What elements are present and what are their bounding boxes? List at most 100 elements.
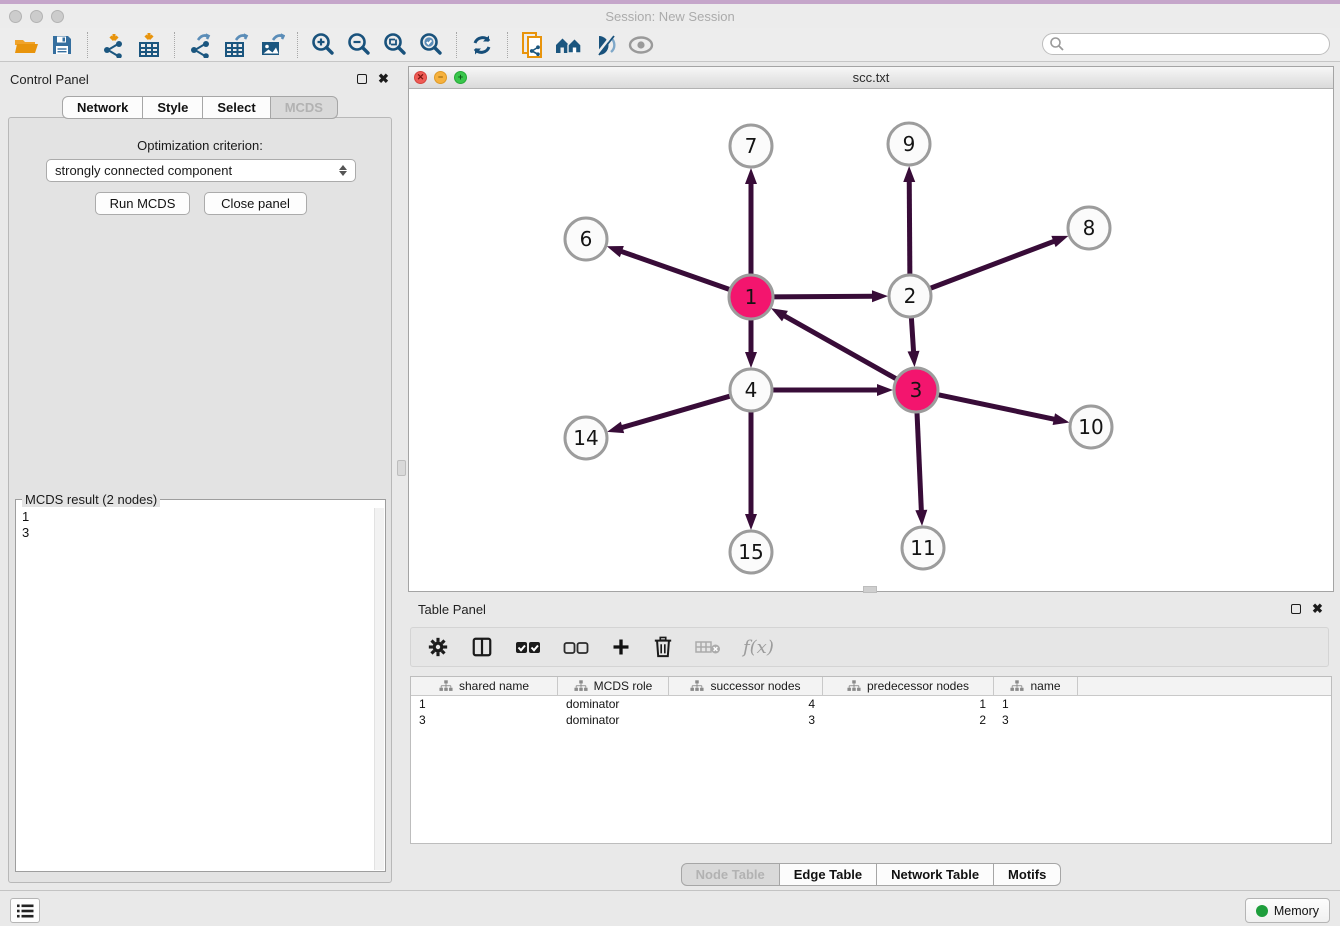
cell-MCDS-role[interactable]: dominator xyxy=(558,712,669,728)
graph-arrowhead-4-3 xyxy=(877,384,893,396)
tab-select[interactable]: Select xyxy=(203,96,270,119)
zoom-selected-icon xyxy=(418,32,444,58)
graph-node-2[interactable]: 2 xyxy=(889,275,931,317)
zoom-selected-button[interactable] xyxy=(413,30,449,60)
float-panel-button[interactable] xyxy=(355,73,368,86)
cell-shared-name[interactable]: 1 xyxy=(411,696,558,712)
column-header-shared-name[interactable]: shared name xyxy=(411,677,558,695)
save-session-button[interactable] xyxy=(44,30,80,60)
cell-predecessor-nodes[interactable]: 1 xyxy=(823,696,994,712)
cell-name[interactable]: 1 xyxy=(994,696,1078,712)
open-session-button[interactable] xyxy=(8,30,44,60)
mcds-result-text[interactable]: 1 3 xyxy=(22,509,29,541)
memory-label: Memory xyxy=(1274,904,1319,918)
tab-style[interactable]: Style xyxy=(143,96,203,119)
float-icon xyxy=(1291,604,1301,614)
network-window-titlebar[interactable]: ✕ − + scc.txt xyxy=(409,67,1333,89)
table-settings-button[interactable] xyxy=(427,633,449,661)
export-image-button[interactable] xyxy=(254,30,290,60)
column-sort-icon xyxy=(574,680,588,692)
graph-edge-1-2[interactable] xyxy=(771,296,874,297)
column-sort-icon xyxy=(1010,680,1024,692)
tab-edge-table[interactable]: Edge Table xyxy=(780,863,877,886)
graph-node-10[interactable]: 10 xyxy=(1070,406,1112,448)
toolbar-separator xyxy=(174,32,175,58)
optimization-criterion-label: Optimization criterion: xyxy=(9,138,391,153)
float-table-panel-button[interactable] xyxy=(1289,603,1302,616)
tab-node-table[interactable]: Node Table xyxy=(681,863,780,886)
delete-column-button[interactable] xyxy=(653,633,673,661)
select-all-columns-button[interactable] xyxy=(515,633,541,661)
node-label: 2 xyxy=(904,284,917,308)
cell-successor-nodes[interactable]: 3 xyxy=(669,712,823,728)
import-table-button[interactable] xyxy=(131,30,167,60)
column-header-name[interactable]: name xyxy=(994,677,1078,695)
first-neighbors-button[interactable] xyxy=(551,30,587,60)
hide-selected-button[interactable] xyxy=(587,30,623,60)
table-row[interactable]: 3dominator323 xyxy=(411,712,1331,728)
graph-edge-1-6[interactable] xyxy=(620,251,732,290)
graph-edge-2-9[interactable] xyxy=(909,180,910,277)
graph-node-11[interactable]: 11 xyxy=(902,527,944,569)
close-panel-button-mcds[interactable]: Close panel xyxy=(204,192,307,215)
column-layout-button[interactable] xyxy=(471,633,493,661)
tab-network-table[interactable]: Network Table xyxy=(877,863,994,886)
deselect-columns-button[interactable] xyxy=(563,633,589,661)
graph-node-8[interactable]: 8 xyxy=(1068,207,1110,249)
graph-node-3[interactable]: 3 xyxy=(894,368,938,412)
search-input[interactable] xyxy=(1065,37,1329,52)
graph-arrowhead-2-8 xyxy=(1051,236,1068,247)
run-mcds-button[interactable]: Run MCDS xyxy=(95,192,190,215)
network-canvas[interactable]: 7 9 6 8 1 2 4 3 14 10 15 11 xyxy=(409,89,1333,591)
add-column-button[interactable] xyxy=(611,633,631,661)
column-header-MCDS-role[interactable]: MCDS role xyxy=(558,677,669,695)
graph-edge-2-3[interactable] xyxy=(911,315,913,353)
export-table-button[interactable] xyxy=(218,30,254,60)
panel-splitter-grip[interactable] xyxy=(397,460,406,476)
tab-motifs[interactable]: Motifs xyxy=(994,863,1061,886)
delete-table-button[interactable] xyxy=(695,633,721,661)
cell-MCDS-role[interactable]: dominator xyxy=(558,696,669,712)
import-network-button[interactable] xyxy=(95,30,131,60)
refresh-button[interactable] xyxy=(464,30,500,60)
network-from-document-button[interactable] xyxy=(515,30,551,60)
memory-button[interactable]: Memory xyxy=(1245,898,1330,923)
tab-mcds[interactable]: MCDS xyxy=(271,96,338,119)
cell-successor-nodes[interactable]: 4 xyxy=(669,696,823,712)
graph-node-1[interactable]: 1 xyxy=(729,275,773,319)
canvas-resize-grip[interactable] xyxy=(863,586,877,593)
close-panel-button[interactable]: ✖ xyxy=(377,73,390,86)
graph-node-4[interactable]: 4 xyxy=(730,369,772,411)
graph-arrowhead-2-9 xyxy=(903,166,915,182)
function-builder-button[interactable]: f(x) xyxy=(743,633,774,661)
column-header-predecessor-nodes[interactable]: predecessor nodes xyxy=(823,677,994,695)
cell-name[interactable]: 3 xyxy=(994,712,1078,728)
show-all-button[interactable] xyxy=(623,30,659,60)
zoom-out-button[interactable] xyxy=(341,30,377,60)
optimization-criterion-dropdown[interactable]: strongly connected component xyxy=(46,159,356,182)
column-sort-icon xyxy=(847,680,861,692)
graph-edge-2-8[interactable] xyxy=(928,241,1056,289)
cell-shared-name[interactable]: 3 xyxy=(411,712,558,728)
graph-arrowhead-1-7 xyxy=(745,168,757,184)
zoom-in-button[interactable] xyxy=(305,30,341,60)
graph-node-7[interactable]: 7 xyxy=(730,125,772,167)
close-table-panel-button[interactable]: ✖ xyxy=(1311,603,1324,616)
table-row[interactable]: 1dominator411 xyxy=(411,696,1331,712)
graph-edge-3-10[interactable] xyxy=(936,394,1056,419)
graph-node-9[interactable]: 9 xyxy=(888,123,930,165)
column-header-successor-nodes[interactable]: successor nodes xyxy=(669,677,823,695)
result-scrollbar[interactable] xyxy=(374,508,384,870)
zoom-fit-button[interactable] xyxy=(377,30,413,60)
export-network-button[interactable] xyxy=(182,30,218,60)
task-history-button[interactable] xyxy=(10,898,40,923)
graph-node-6[interactable]: 6 xyxy=(565,218,607,260)
cell-predecessor-nodes[interactable]: 2 xyxy=(823,712,994,728)
search-field[interactable] xyxy=(1042,33,1330,55)
graph-edge-3-11[interactable] xyxy=(917,410,922,512)
graph-node-15[interactable]: 15 xyxy=(730,531,772,573)
graph-edge-3-1[interactable] xyxy=(783,315,898,380)
graph-edge-4-14[interactable] xyxy=(621,395,733,428)
tab-network[interactable]: Network xyxy=(62,96,143,119)
graph-node-14[interactable]: 14 xyxy=(565,417,607,459)
